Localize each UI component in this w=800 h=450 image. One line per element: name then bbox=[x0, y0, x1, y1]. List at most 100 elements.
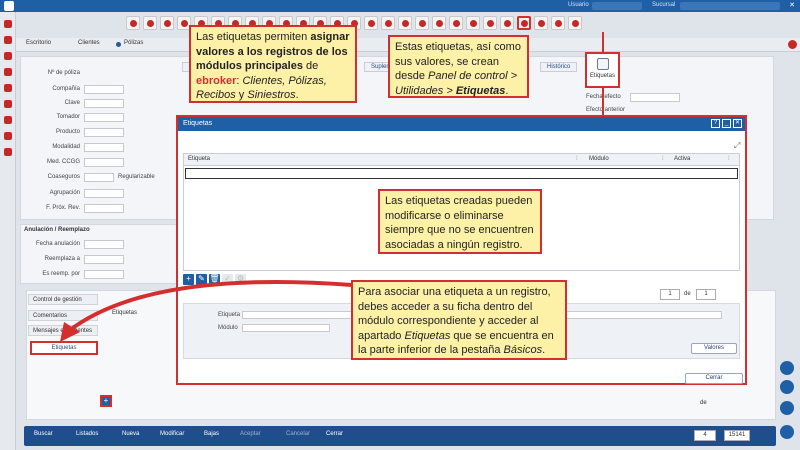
cerrar-button[interactable]: Cerrar bbox=[326, 431, 343, 437]
close-icon[interactable]: ✕ bbox=[788, 2, 796, 10]
cancelar-button[interactable]: Cancelar bbox=[286, 431, 310, 437]
top-bar: Usuario Sucursal ✕ bbox=[0, 0, 800, 12]
reemplaza-input[interactable] bbox=[84, 255, 124, 264]
tab-mensajes-emergentes[interactable]: Mensajes emergentes bbox=[28, 325, 98, 336]
usuario-field[interactable] bbox=[592, 2, 642, 10]
toolbar-button-26[interactable] bbox=[551, 16, 565, 30]
toolbar-button-27[interactable] bbox=[568, 16, 582, 30]
settings-icon[interactable]: ⚙ bbox=[235, 274, 246, 285]
compania-input[interactable] bbox=[84, 85, 124, 94]
detail-modulo-label: Módulo bbox=[218, 325, 238, 331]
sucursal-field[interactable] bbox=[680, 2, 780, 10]
col-separator: ⁞ bbox=[662, 156, 664, 162]
notes-icon[interactable] bbox=[780, 401, 794, 415]
buscar-button[interactable]: Buscar bbox=[34, 431, 53, 437]
callout-text: . bbox=[295, 89, 299, 101]
clave-input[interactable] bbox=[84, 99, 124, 108]
toolbar-button-21[interactable] bbox=[466, 16, 480, 30]
module-icon bbox=[452, 19, 460, 27]
delete-icon[interactable]: 🗑 bbox=[209, 274, 220, 285]
medccgg-input[interactable] bbox=[84, 158, 124, 167]
close-icon[interactable]: ✕ bbox=[733, 119, 742, 128]
toolbar-button-23[interactable] bbox=[500, 16, 514, 30]
tab-clientes[interactable]: Clientes bbox=[70, 40, 100, 50]
toolbar-button-20[interactable] bbox=[449, 16, 463, 30]
chat-icon[interactable] bbox=[780, 361, 794, 375]
fecha-efecto-input[interactable] bbox=[630, 93, 680, 102]
col-modulo[interactable]: Módulo bbox=[589, 156, 609, 162]
toolbar-button-19[interactable] bbox=[432, 16, 446, 30]
valores-button[interactable]: Valores bbox=[691, 343, 737, 354]
tab-etiquetas-lower[interactable]: Etiquetas bbox=[30, 341, 98, 355]
etiquetas-tooltip-button[interactable]: Etiquetas bbox=[585, 52, 620, 88]
fecha-anulacion-input[interactable] bbox=[84, 240, 124, 249]
modificar-button[interactable]: Modificar bbox=[160, 431, 184, 437]
toolbar-button-3[interactable] bbox=[160, 16, 174, 30]
tab-historico[interactable]: Histórico bbox=[540, 62, 578, 72]
brand-name: ebroker bbox=[196, 74, 237, 87]
module-icon bbox=[384, 19, 392, 27]
col-etiqueta[interactable]: Etiqueta bbox=[188, 156, 210, 162]
callout-italic: Etiquetas bbox=[404, 329, 451, 342]
modalidad-input[interactable] bbox=[84, 143, 124, 152]
nueva-button[interactable]: Nueva bbox=[122, 431, 139, 437]
tab-comentarios[interactable]: Comentarios bbox=[28, 310, 98, 321]
sucursal-label: Sucursal bbox=[652, 2, 676, 8]
module-icon bbox=[401, 19, 409, 27]
callout-intro: Las etiquetas permiten asignar valores a… bbox=[189, 25, 357, 103]
policies-icon[interactable] bbox=[3, 52, 12, 60]
help-icon[interactable]: ? bbox=[711, 119, 720, 128]
table-row[interactable] bbox=[185, 168, 738, 179]
tab-escritorio[interactable]: Escritorio bbox=[18, 40, 51, 50]
close-tab-icon[interactable] bbox=[788, 40, 797, 49]
producto-input[interactable] bbox=[84, 128, 124, 137]
minimize-icon[interactable]: _ bbox=[722, 119, 731, 128]
agrupacion-input[interactable] bbox=[84, 189, 124, 198]
module-icon bbox=[486, 19, 494, 27]
toolbar-button-18[interactable] bbox=[415, 16, 429, 30]
listados-button[interactable]: Listados bbox=[76, 431, 98, 437]
callout-text: Las etiquetas permiten bbox=[196, 31, 311, 43]
toolbar-button-17[interactable] bbox=[398, 16, 412, 30]
form-label-producto: Producto bbox=[55, 129, 80, 135]
bottom-page-input[interactable]: 4 bbox=[694, 430, 716, 441]
add-etiqueta-button[interactable]: + bbox=[100, 395, 112, 407]
form-label-coaseguros: Coaseguros bbox=[47, 174, 80, 180]
clients-icon[interactable] bbox=[3, 36, 12, 44]
reemp-por-input[interactable] bbox=[84, 270, 124, 279]
grid-tools: + ✎ 🗑 ✓ ⚙ bbox=[183, 274, 246, 285]
col-activa[interactable]: Activa bbox=[674, 156, 690, 162]
toolbar-button-2[interactable] bbox=[143, 16, 157, 30]
fproxrev-input[interactable] bbox=[84, 204, 124, 213]
expand-icon[interactable]: ⤢ bbox=[734, 141, 740, 151]
tab-control-gestion[interactable]: Control de gestión bbox=[28, 294, 98, 305]
tab-polizas-label: Pólizas bbox=[124, 40, 144, 46]
etiquetas-toolbar-button[interactable] bbox=[517, 16, 531, 30]
coaseguros-input[interactable] bbox=[84, 173, 114, 182]
detail-etiqueta-label: Etiqueta bbox=[218, 312, 241, 318]
modal-page-input[interactable]: 1 bbox=[660, 289, 680, 300]
exit-icon[interactable] bbox=[780, 425, 794, 439]
edit-icon[interactable]: ✎ bbox=[196, 274, 207, 285]
aceptar-button[interactable]: Aceptar bbox=[240, 431, 261, 437]
module-icon bbox=[367, 19, 375, 27]
callout-text: de bbox=[302, 60, 319, 72]
tomador-input[interactable] bbox=[84, 113, 124, 122]
toolbar-button-25[interactable] bbox=[534, 16, 548, 30]
check-icon[interactable]: ✓ bbox=[222, 274, 233, 285]
add-icon[interactable]: + bbox=[183, 274, 194, 285]
toolbar-button-15[interactable] bbox=[364, 16, 378, 30]
modal-close-button[interactable]: Cerrar bbox=[685, 373, 743, 384]
modulo-select[interactable] bbox=[242, 324, 330, 332]
toolbar-button-1[interactable] bbox=[126, 16, 140, 30]
callout-text: . bbox=[542, 344, 546, 356]
module-icon bbox=[554, 19, 562, 27]
share-icon[interactable] bbox=[780, 380, 794, 394]
bajas-button[interactable]: Bajas bbox=[204, 431, 219, 437]
toolbar-button-22[interactable] bbox=[483, 16, 497, 30]
form-label-tomador: Tomador bbox=[56, 114, 80, 120]
toolbar-button-16[interactable] bbox=[381, 16, 395, 30]
home-icon[interactable] bbox=[3, 20, 12, 28]
tab-polizas[interactable]: Pólizas bbox=[116, 40, 143, 50]
form-label-poliza: Nº de póliza bbox=[47, 70, 80, 76]
